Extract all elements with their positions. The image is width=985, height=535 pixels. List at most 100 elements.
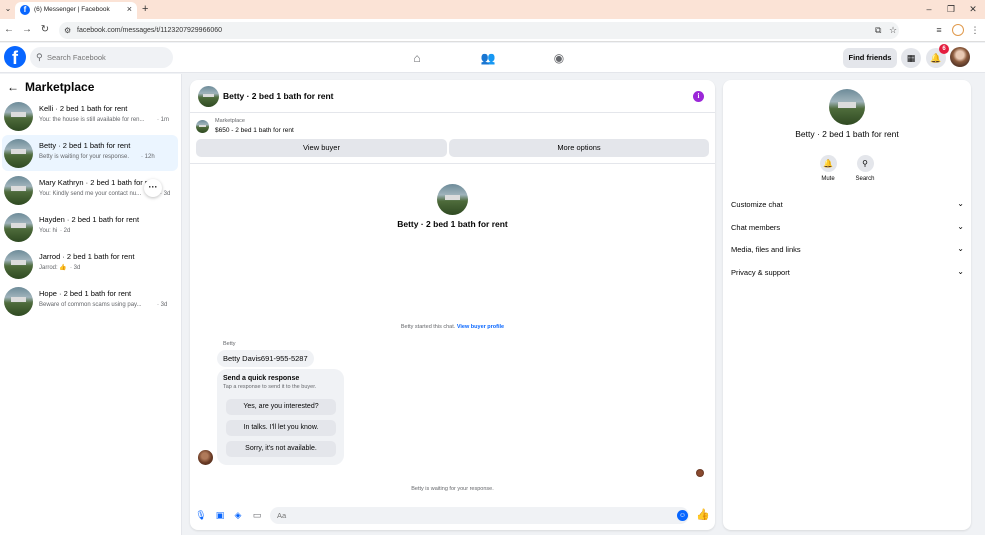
media-controls-icon[interactable]: ≡ xyxy=(932,24,946,36)
tab-title: (6) Messenger | Facebook xyxy=(34,6,110,13)
notification-badge: 6 xyxy=(939,44,949,54)
tab-close-icon[interactable]: × xyxy=(127,4,132,15)
home-icon[interactable]: ⌂ xyxy=(408,49,426,67)
listing-thumbnail xyxy=(196,120,209,133)
conversation-time: · 3d xyxy=(160,191,171,197)
more-options-button[interactable]: More options xyxy=(449,139,709,157)
mute-action[interactable]: 🔔 Mute xyxy=(813,155,843,183)
listing-thumbnail xyxy=(4,250,33,279)
conversation-name: Hope · 2 bed 1 bath for rent xyxy=(39,289,132,298)
conversation-name: Mary Kathryn · 2 bed 1 bath for rent xyxy=(39,178,158,187)
facebook-search[interactable]: ⚲ xyxy=(30,47,173,68)
conversation-item-active[interactable]: Betty · 2 bed 1 bath for rent Betty is w… xyxy=(2,135,178,171)
search-action[interactable]: ⚲ Search xyxy=(850,155,880,183)
search-icon: ⚲ xyxy=(36,52,43,62)
section-media-files-links[interactable]: Media, files and links ⌄ xyxy=(731,243,964,257)
waiting-notice: Betty is waiting for your response. xyxy=(411,486,494,492)
conversation-name: Hayden · 2 bed 1 bath for rent xyxy=(39,215,140,224)
chevron-down-icon: ⌄ xyxy=(957,199,964,208)
browser-menu-icon[interactable]: ⋮ xyxy=(968,24,982,36)
browser-tab-strip: ⌄ f (6) Messenger | Facebook × + – ❐ ✕ xyxy=(0,0,985,19)
conversation-item[interactable]: Kelli · 2 bed 1 bath for rent You: the h… xyxy=(2,98,178,134)
browser-profile-icon[interactable] xyxy=(952,24,964,36)
listing-thumbnail xyxy=(4,287,33,316)
conversation-preview: You: the house is still available for re… xyxy=(39,117,145,123)
search-label: Search xyxy=(855,176,875,182)
section-customize-chat[interactable]: Customize chat ⌄ xyxy=(731,198,964,212)
info-icon[interactable]: i xyxy=(693,91,704,102)
conversation-time: · 2d xyxy=(60,228,71,234)
reload-icon[interactable]: ↻ xyxy=(39,24,51,36)
url-text: facebook.com/messages/t/1123207929966060 xyxy=(77,27,223,34)
chat-header-name[interactable]: Betty · 2 bed 1 bath for rent xyxy=(223,91,334,102)
listing-title[interactable]: $650 - 2 bed 1 bath for rent xyxy=(215,126,294,135)
conversation-more-options-button[interactable]: ··· xyxy=(144,179,162,197)
bell-icon[interactable]: 🔔 xyxy=(819,155,837,172)
chat-started-notice: Betty started this chat. View buyer prof… xyxy=(190,323,715,331)
like-thumbs-up-icon[interactable]: 👍 xyxy=(696,508,710,522)
quick-response-card: Send a quick response Tap a response to … xyxy=(217,369,344,465)
tab-search-chevron-icon[interactable]: ⌄ xyxy=(3,3,13,15)
facebook-logo[interactable]: f xyxy=(4,46,26,68)
quick-response-option[interactable]: In talks. I'll let you know. xyxy=(226,420,336,436)
window-close-icon[interactable]: ✕ xyxy=(965,2,981,16)
back-arrow-icon[interactable]: ← xyxy=(3,24,15,36)
search-icon[interactable]: ⚲ xyxy=(856,155,874,172)
minimize-icon[interactable]: – xyxy=(921,2,937,16)
browser-toolbar: ← → ↻ ⚙ facebook.com/messages/t/11232079… xyxy=(0,19,985,42)
facebook-favicon-icon: f xyxy=(20,5,30,15)
info-avatar xyxy=(829,89,865,125)
microphone-icon[interactable]: 🎙 xyxy=(195,509,207,521)
find-friends-button[interactable]: Find friends xyxy=(843,48,897,68)
search-input[interactable] xyxy=(47,50,167,65)
address-bar[interactable]: ⚙ facebook.com/messages/t/11232079299660… xyxy=(59,22,899,39)
conversation-time: · 1m xyxy=(157,117,169,123)
chat-info-panel: Betty · 2 bed 1 bath for rent 🔔 Mute ⚲ S… xyxy=(723,80,971,530)
emoji-icon[interactable]: ☺ xyxy=(677,510,688,521)
section-title: Chat members xyxy=(731,223,781,232)
conversation-time: · 3d xyxy=(70,265,81,271)
chevron-down-icon: ⌄ xyxy=(957,222,964,231)
quick-response-option[interactable]: Yes, are you interested? xyxy=(226,399,336,415)
facebook-top-bar: f ⚲ ⌂ 👥 ◉ Find friends ▦ 🔔 xyxy=(0,43,985,73)
quick-response-subtitle: Tap a response to send it to the buyer. xyxy=(223,384,317,390)
section-chat-members[interactable]: Chat members ⌄ xyxy=(731,221,964,235)
message-composer: 🎙 ▣ ◈ ▭ ☺ 👍 xyxy=(190,506,715,526)
view-buyer-profile-link[interactable]: View buyer profile xyxy=(457,324,504,330)
quick-response-option[interactable]: Sorry, it's not available. xyxy=(226,441,336,457)
message-bubble[interactable]: Betty Davis691-955-5287 xyxy=(217,350,314,367)
groups-icon[interactable]: ◉ xyxy=(550,49,568,67)
chat-profile-avatar xyxy=(437,184,468,215)
forward-arrow-icon[interactable]: → xyxy=(21,24,33,36)
browser-tab[interactable]: f (6) Messenger | Facebook × xyxy=(15,2,137,19)
seen-indicator-avatar xyxy=(696,469,704,477)
conversation-preview: Betty is waiting for your response. xyxy=(39,154,130,160)
restore-icon[interactable]: ❐ xyxy=(943,2,959,16)
install-app-icon[interactable]: ⧉ xyxy=(875,25,881,36)
account-avatar[interactable] xyxy=(950,47,970,67)
conversation-item[interactable]: Hayden · 2 bed 1 bath for rent You: hi ·… xyxy=(2,209,178,245)
quick-response-title: Send a quick response xyxy=(223,375,300,382)
menu-grid-icon[interactable]: ▦ xyxy=(901,48,921,68)
conversation-item[interactable]: Jarrod · 2 bed 1 bath for rent Jarrod: 👍… xyxy=(2,246,178,282)
message-input[interactable] xyxy=(270,507,689,524)
photo-icon[interactable]: ▣ xyxy=(214,509,226,521)
marketplace-listing-bar: Marketplace $650 - 2 bed 1 bath for rent… xyxy=(190,114,715,164)
conversation-item[interactable]: Hope · 2 bed 1 bath for rent Beware of c… xyxy=(2,283,178,319)
marketplace-sidebar: ← Marketplace Kelli · 2 bed 1 bath for r… xyxy=(0,74,182,535)
sticker-icon[interactable]: ◈ xyxy=(232,509,244,521)
chat-header: Betty · 2 bed 1 bath for rent i xyxy=(190,80,715,113)
system-text: Betty started this chat. xyxy=(400,324,456,330)
back-arrow-icon[interactable]: ← xyxy=(7,79,19,95)
chat-header-avatar[interactable] xyxy=(198,86,219,107)
new-tab-button[interactable]: + xyxy=(142,2,148,16)
conversation-preview: You: hi xyxy=(39,228,58,234)
view-buyer-button[interactable]: View buyer xyxy=(196,139,447,157)
site-info-icon[interactable]: ⚙ xyxy=(64,25,71,36)
conversation-preview: Beware of common scams using pay... xyxy=(39,302,142,308)
friends-icon[interactable]: 👥 xyxy=(479,49,497,67)
bookmark-star-icon[interactable]: ☆ xyxy=(889,25,897,36)
listing-thumbnail xyxy=(4,139,33,168)
section-privacy-support[interactable]: Privacy & support ⌄ xyxy=(731,266,964,280)
gif-icon[interactable]: ▭ xyxy=(251,509,263,521)
